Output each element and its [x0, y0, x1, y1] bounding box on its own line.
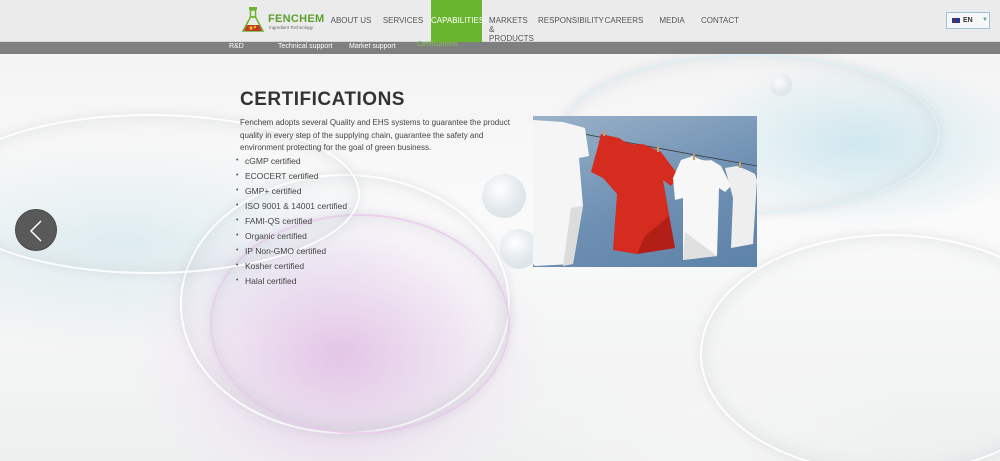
list-item: Organic certified — [236, 230, 347, 245]
nav-label: RESPONSIBILITY — [538, 16, 604, 25]
page-title: CERTIFICATIONS — [240, 89, 405, 110]
list-item: ISO 9001 & 14001 certified — [236, 200, 347, 215]
nav-label: CAPABILITIES — [431, 16, 485, 25]
hero-background — [0, 54, 1000, 461]
water-droplet — [482, 174, 526, 218]
laundry-photo — [533, 116, 757, 267]
nav-responsibility[interactable]: RESPONSIBILITY — [538, 0, 604, 42]
chevron-left-icon — [29, 220, 42, 242]
nav-about-us[interactable]: ABOUT US — [326, 0, 376, 42]
list-item: ECOCERT certified — [236, 170, 347, 185]
list-item: FAMI-QS certified — [236, 215, 347, 230]
nav-media[interactable]: MEDIA — [657, 0, 687, 42]
nav-services[interactable]: SERVICES — [380, 0, 426, 42]
nav-label: MEDIA — [659, 16, 685, 25]
list-item: Kosher certified — [236, 260, 347, 275]
brand-tagline: Ingredient Technology — [269, 25, 313, 30]
page-description: Fenchem adopts several Quality and EHS s… — [240, 118, 510, 152]
nav-label: SERVICES — [382, 16, 424, 25]
uk-flag-icon — [952, 18, 960, 23]
petri-dish-ring — [700, 234, 1000, 461]
nav-label: CAREERS — [604, 16, 644, 25]
list-item: GMP+ certified — [236, 185, 347, 200]
list-item: Halal certified — [236, 275, 347, 290]
nav-label: MARKETS & — [489, 16, 528, 34]
previous-slide-button[interactable] — [15, 209, 57, 251]
language-selector[interactable]: EN ▼ — [946, 12, 990, 29]
nav-markets-products[interactable]: MARKETS & PRODUCTS — [489, 0, 535, 43]
nav-capabilities[interactable]: CAPABILITIES — [431, 0, 485, 42]
certification-list: cGMP certified ECOCERT certified GMP+ ce… — [236, 155, 347, 290]
language-code: EN — [963, 17, 973, 24]
brand-name: FENCHEM — [268, 13, 325, 25]
brand-logo[interactable]: FENCHEM Ingredient Technology — [240, 6, 324, 34]
site-header: FENCHEM Ingredient Technology ABOUT US S… — [0, 0, 1000, 43]
subnav-market-support[interactable]: Market support — [349, 43, 396, 50]
nav-contact[interactable]: CONTACT — [700, 0, 740, 42]
nav-careers[interactable]: CAREERS — [604, 0, 644, 42]
flask-icon — [241, 7, 265, 32]
subnav-certifications[interactable]: Certifications — [417, 41, 457, 48]
nav-label: ABOUT US — [330, 16, 372, 25]
list-item: cGMP certified — [236, 155, 347, 170]
sub-navigation: R&D Technical support Market support Cer… — [0, 41, 1000, 54]
water-droplet — [770, 74, 792, 96]
caret-down-icon: ▼ — [982, 17, 988, 23]
subnav-rd[interactable]: R&D — [229, 43, 244, 50]
clothesline-illustration — [533, 120, 757, 266]
nav-label: CONTACT — [700, 16, 740, 25]
list-item: IP Non-GMO certified — [236, 245, 347, 260]
subnav-technical-support[interactable]: Technical support — [278, 43, 332, 50]
